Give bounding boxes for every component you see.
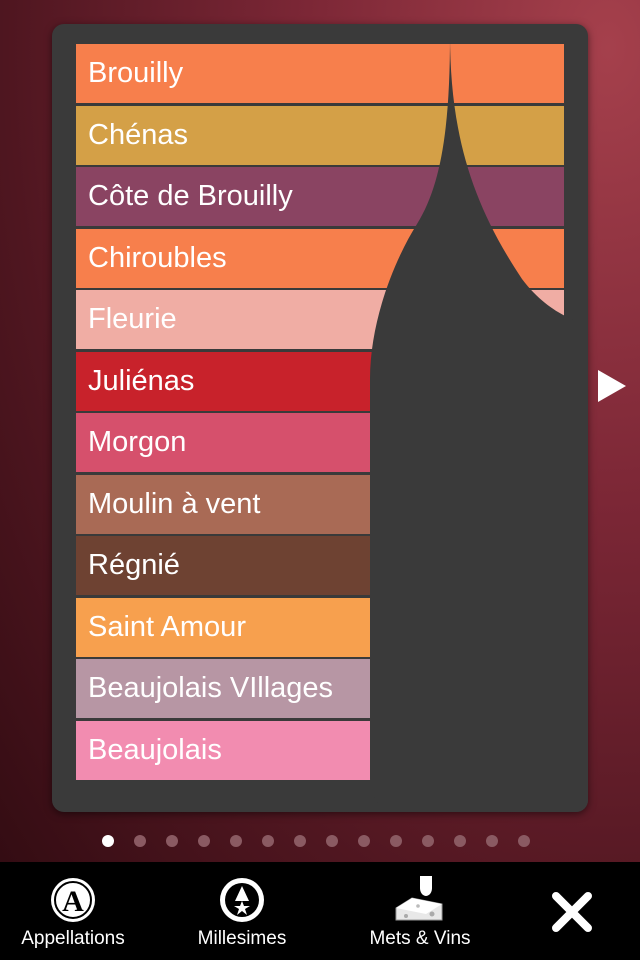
page-dot[interactable] (230, 835, 242, 847)
svg-text:A: A (62, 885, 84, 918)
appellation-label: Juliénas (88, 364, 195, 397)
page-dot[interactable] (326, 835, 338, 847)
next-arrow-icon[interactable] (596, 368, 628, 404)
appellations-list: Brouilly Chénas Côte de Brouilly Chiroubles… (76, 44, 564, 782)
tab-appellations[interactable]: A Appellations (14, 862, 132, 960)
wine-cheese-icon (392, 874, 448, 926)
page-indicator[interactable] (0, 833, 640, 849)
appellation-label: Beaujolais (88, 733, 222, 766)
appellation-label: Beaujolais VIllages (88, 672, 334, 704)
appellation-row[interactable]: Juliénas (76, 351, 564, 411)
appellation-label: Morgon (88, 426, 187, 458)
tab-millesimes[interactable]: Millesimes (186, 862, 298, 960)
appellation-label: Moulin à vent (88, 487, 261, 520)
appellation-label: Chénas (88, 118, 188, 151)
appellation-row[interactable]: Brouilly (76, 44, 564, 103)
appellations-icon: A (48, 874, 98, 926)
page-dot[interactable] (518, 835, 530, 847)
millesimes-icon (217, 874, 267, 926)
tab-appellations-label: Appellations (21, 928, 125, 949)
appellation-row[interactable]: Régnié (76, 536, 564, 595)
appellation-row[interactable]: Fleurie (76, 290, 564, 349)
page-dot[interactable] (102, 835, 114, 847)
appellation-label: Fleurie (88, 303, 177, 335)
close-icon[interactable] (540, 880, 604, 944)
appellation-label: Chiroubles (88, 241, 227, 274)
page-dot[interactable] (262, 835, 274, 847)
page-dot[interactable] (166, 835, 178, 847)
page-dot[interactable] (198, 835, 210, 847)
appellations-card: Brouilly Chénas Côte de Brouilly Chiroubles… (52, 24, 588, 812)
appellation-label: Saint Amour (88, 610, 246, 643)
appellation-row[interactable]: Beaujolais VIllages (76, 659, 564, 718)
tab-bar: A Appellations Millesimes Mets & Vins (0, 862, 640, 960)
tab-millesimes-label: Millesimes (197, 928, 287, 949)
page-dot[interactable] (454, 835, 466, 847)
tab-mets-vins-label: Mets & Vins (369, 928, 471, 949)
appellation-row[interactable]: Saint Amour (76, 597, 564, 657)
tab-mets-vins[interactable]: Mets & Vins (362, 862, 478, 960)
appellation-row[interactable]: Morgon (76, 413, 564, 472)
appellation-row[interactable]: Chiroubles (76, 228, 564, 288)
appellation-row[interactable]: Moulin à vent (76, 474, 564, 534)
appellation-row[interactable]: Côte de Brouilly (76, 167, 564, 226)
appellation-row[interactable]: Chénas (76, 105, 564, 165)
page-dot[interactable] (422, 835, 434, 847)
page-dot[interactable] (358, 835, 370, 847)
appellation-row[interactable]: Beaujolais (76, 720, 564, 780)
page-dot[interactable] (486, 835, 498, 847)
appellation-label: Côte de Brouilly (88, 180, 293, 212)
page-dot[interactable] (294, 835, 306, 847)
page-dot[interactable] (390, 835, 402, 847)
appellation-label: Régnié (88, 549, 180, 581)
page-dot[interactable] (134, 835, 146, 847)
appellation-label: Brouilly (88, 57, 184, 89)
